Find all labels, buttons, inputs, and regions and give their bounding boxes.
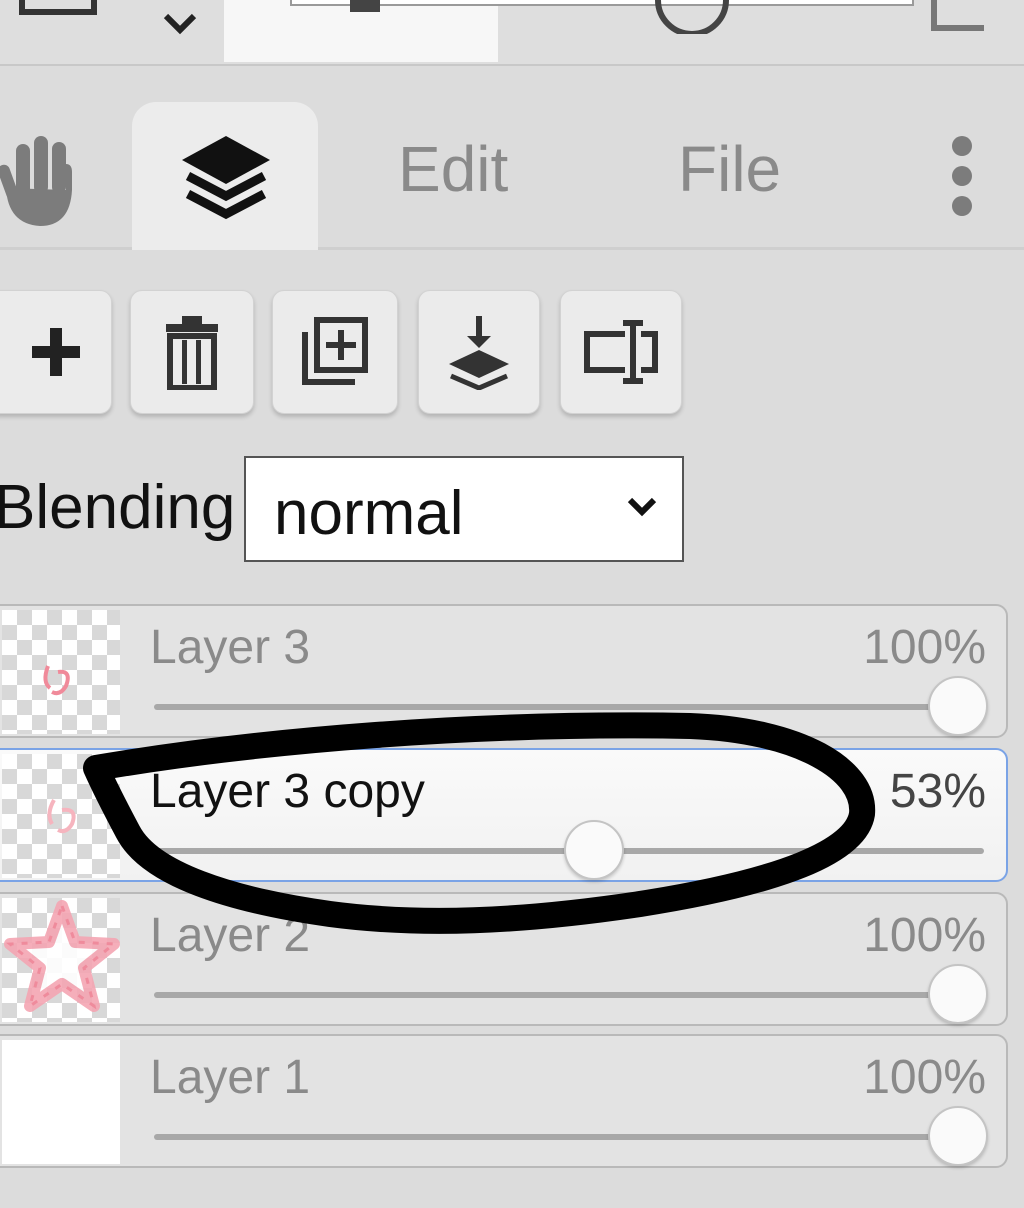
partial-circle-icon[interactable]	[652, 0, 732, 34]
top-toolbar	[0, 0, 1024, 66]
partial-tool-icon[interactable]	[344, 0, 394, 20]
thumbnail-star	[4, 900, 120, 1012]
partial-tool-icon[interactable]	[18, 0, 98, 18]
layer-item-layer-1[interactable]: Layer 1 100%	[0, 1034, 1008, 1168]
layer-name: Layer 1	[150, 1051, 311, 1104]
blending-label: Blending	[0, 473, 236, 542]
opacity-slider-track[interactable]	[154, 992, 984, 998]
blending-select[interactable]: normal	[244, 456, 684, 562]
layer-opacity-value: 53%	[889, 765, 986, 818]
chevron-down-icon	[627, 497, 657, 517]
partial-frame-icon[interactable]	[928, 0, 988, 34]
duplicate-icon	[302, 317, 368, 385]
layer-opacity-value: 100%	[863, 1051, 986, 1104]
layers-icon	[182, 136, 270, 220]
layer-item-layer-3-copy[interactable]: Layer 3 copy 53%	[0, 748, 1008, 882]
opacity-slider-track[interactable]	[154, 704, 984, 710]
add-layer-button[interactable]	[0, 290, 112, 414]
duplicate-layer-button[interactable]	[272, 290, 398, 414]
trash-icon	[166, 316, 218, 390]
thumbnail-sketch	[47, 799, 76, 834]
merge-down-button[interactable]	[418, 290, 540, 414]
delete-layer-button[interactable]	[130, 290, 254, 414]
rename-icon	[584, 320, 658, 384]
chevron-down-icon[interactable]	[160, 8, 200, 38]
opacity-slider-handle[interactable]	[928, 1106, 988, 1166]
opacity-slider-handle[interactable]	[928, 676, 988, 736]
opacity-slider-track[interactable]	[154, 1134, 984, 1140]
layer-thumbnail	[2, 610, 120, 734]
opacity-slider-handle[interactable]	[928, 964, 988, 1024]
tab-file[interactable]: File	[678, 132, 781, 206]
opacity-slider-handle[interactable]	[564, 820, 624, 880]
merge-down-icon	[449, 316, 509, 390]
layer-thumbnail	[2, 1040, 120, 1164]
layer-item-layer-2[interactable]: Layer 2 100%	[0, 892, 1008, 1026]
thumbnail-sketch	[43, 665, 70, 696]
hand-icon[interactable]	[0, 130, 90, 230]
layer-name: Layer 3 copy	[150, 765, 425, 818]
layer-name: Layer 2	[150, 909, 311, 962]
layer-name: Layer 3	[150, 621, 311, 674]
layer-thumbnail	[2, 754, 120, 878]
plus-icon	[32, 328, 80, 376]
layer-opacity-value: 100%	[863, 621, 986, 674]
layer-opacity-value: 100%	[863, 909, 986, 962]
layer-item-layer-3[interactable]: Layer 3 100%	[0, 604, 1008, 738]
more-vertical-icon[interactable]	[944, 134, 980, 218]
tab-layers[interactable]	[132, 102, 318, 250]
rename-layer-button[interactable]	[560, 290, 682, 414]
tab-edit[interactable]: Edit	[398, 132, 508, 206]
layer-thumbnail	[2, 898, 120, 1022]
blending-value: normal	[274, 479, 464, 548]
